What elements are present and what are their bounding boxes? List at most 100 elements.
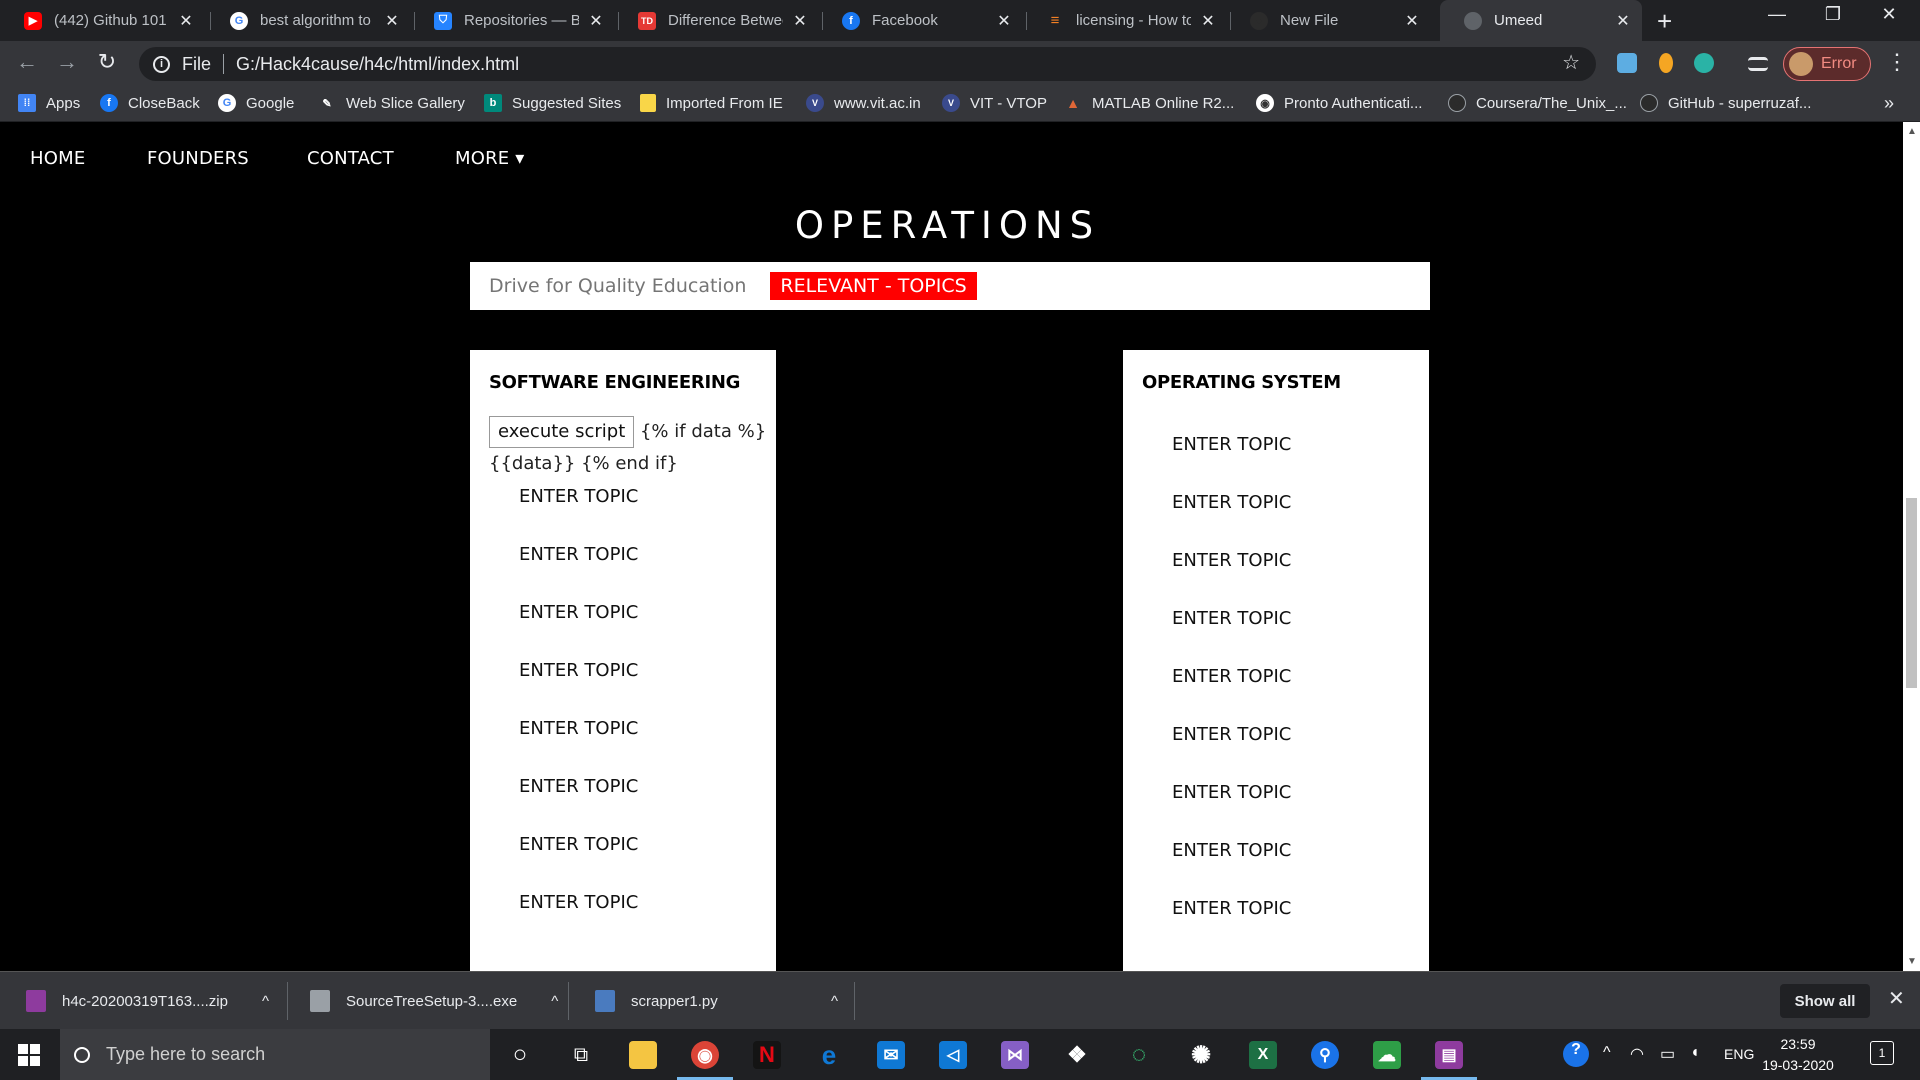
download-options-chevron-icon[interactable]: ^ [262, 993, 269, 1010]
bookmark-vit-vtop[interactable]: V VIT - VTOP [942, 94, 1047, 112]
url-text[interactable]: G:/Hack4cause/h4c/html/index.html [236, 54, 519, 75]
task-view-icon[interactable]: ⧉ [567, 1041, 595, 1069]
dropbox-icon[interactable]: ❖ [1063, 1041, 1091, 1069]
browser-tab[interactable]: ● New File ✕ [1226, 0, 1431, 41]
topic-item[interactable]: ENTER TOPIC [1172, 492, 1291, 513]
system-clock[interactable]: 23:59 19-03-2020 [1758, 1034, 1838, 1076]
language-indicator[interactable]: ENG [1724, 1046, 1754, 1062]
download-item[interactable]: h4c-20200319T163....zip ^ [26, 972, 269, 1030]
download-options-chevron-icon[interactable]: ^ [551, 993, 558, 1010]
topic-item[interactable]: ENTER TOPIC [1172, 434, 1291, 455]
close-tab-icon[interactable]: ✕ [1614, 11, 1632, 31]
close-tab-icon[interactable]: ✕ [1403, 11, 1421, 31]
address-bar[interactable]: i File G:/Hack4cause/h4c/html/index.html… [139, 47, 1596, 81]
edge-icon[interactable]: e [815, 1040, 843, 1070]
show-all-downloads-button[interactable]: Show all [1780, 984, 1870, 1018]
close-tab-icon[interactable]: ✕ [587, 11, 605, 31]
browser-tab[interactable]: f Facebook ✕ [818, 0, 1023, 41]
nav-home-link[interactable]: HOME [30, 148, 85, 169]
bookmark-matlab[interactable]: ▲ MATLAB Online R2... [1064, 94, 1234, 112]
close-tab-icon[interactable]: ✕ [791, 11, 809, 31]
profile-button[interactable]: Error [1783, 47, 1871, 81]
forward-button[interactable]: → [52, 49, 82, 75]
back-button[interactable]: ← [12, 49, 42, 75]
topic-item[interactable]: ENTER TOPIC [1172, 608, 1291, 629]
close-tab-icon[interactable]: ✕ [1199, 11, 1217, 31]
reload-button[interactable]: ↻ [92, 49, 122, 75]
nav-contact-link[interactable]: CONTACT [307, 148, 394, 169]
execute-script-button[interactable]: execute script [489, 416, 635, 448]
bookmark-suggested-sites[interactable]: b Suggested Sites [484, 94, 621, 112]
bookmark-vit[interactable]: V www.vit.ac.in [806, 94, 921, 112]
topic-item[interactable]: ENTER TOPIC [519, 602, 638, 623]
topic-item[interactable]: ENTER TOPIC [519, 486, 638, 507]
extension-capsule-icon[interactable] [1659, 53, 1673, 73]
close-tab-icon[interactable]: ✕ [383, 11, 401, 31]
close-tab-icon[interactable]: ✕ [177, 11, 195, 31]
chrome-icon[interactable]: ◉ [691, 1041, 719, 1069]
bookmark-pronto[interactable]: ◉ Pronto Authenticati... [1256, 94, 1422, 112]
topic-item[interactable]: ENTER TOPIC [1172, 782, 1291, 803]
battery-icon[interactable]: ▭ [1660, 1044, 1675, 1064]
bookmark-github-superruzaf[interactable]: ● GitHub - superruzaf... [1640, 94, 1811, 112]
bookmark-star-icon[interactable]: ☆ [1562, 50, 1580, 75]
maps-icon[interactable]: ⚲ [1311, 1041, 1339, 1069]
topic-item[interactable]: ENTER TOPIC [519, 718, 638, 739]
topic-item[interactable]: ENTER TOPIC [519, 776, 638, 797]
scroll-up-icon[interactable]: ▲ [1907, 126, 1917, 137]
cloud-download-icon[interactable]: ☁ [1373, 1041, 1401, 1069]
notifications-icon[interactable]: 1 [1870, 1041, 1894, 1065]
excel-icon[interactable]: X [1249, 1041, 1277, 1069]
bookmark-web-slice-gallery[interactable]: ✎ Web Slice Gallery [318, 94, 465, 112]
nav-more-dropdown[interactable]: MORE ▾ [455, 148, 525, 169]
window-close-button[interactable]: ✕ [1864, 4, 1914, 25]
browser-tab[interactable]: G best algorithm to p ✕ [206, 0, 411, 41]
wifi-icon[interactable]: ◠ [1630, 1044, 1644, 1064]
bookmark-imported-from-ie[interactable]: Imported From IE [640, 94, 783, 112]
topic-item[interactable]: ENTER TOPIC [1172, 840, 1291, 861]
site-info-icon[interactable]: i [153, 55, 170, 73]
bookmark-apps[interactable]: ⁞⁞ Apps [18, 94, 80, 112]
extension-pen-icon[interactable] [1617, 53, 1637, 73]
scroll-down-icon[interactable]: ▼ [1907, 956, 1917, 967]
bookmarks-overflow-button[interactable]: » [1884, 93, 1894, 114]
help-icon[interactable]: ? [1563, 1041, 1589, 1067]
bookmark-closeback[interactable]: f CloseBack [100, 94, 200, 112]
tab-drive-for-quality-education[interactable]: Drive for Quality Education [489, 275, 746, 297]
extension-hex-icon[interactable] [1694, 53, 1714, 73]
topic-item[interactable]: ENTER TOPIC [1172, 724, 1291, 745]
mail-icon[interactable]: ✉ [877, 1041, 905, 1069]
download-item[interactable]: scrapper1.py ^ [595, 972, 838, 1030]
close-tab-icon[interactable]: ✕ [995, 11, 1013, 31]
file-explorer-icon[interactable] [629, 1041, 657, 1069]
bookmark-coursera-unix[interactable]: ● Coursera/The_Unix_... [1448, 94, 1627, 112]
topic-item[interactable]: ENTER TOPIC [519, 544, 638, 565]
browser-tab[interactable]: ⛉ Repositories — Bit ✕ [410, 0, 615, 41]
download-options-chevron-icon[interactable]: ^ [831, 993, 838, 1010]
download-item[interactable]: SourceTreeSetup-3....exe ^ [310, 972, 558, 1030]
windows-start-icon[interactable] [18, 1044, 40, 1066]
page-scrollbar[interactable]: ▲ ▼ [1903, 122, 1920, 971]
new-tab-button[interactable]: + [1657, 6, 1672, 37]
vscode-icon[interactable]: ◁ [939, 1041, 967, 1069]
visual-studio-icon[interactable]: ⋈ [1001, 1041, 1029, 1069]
android-studio-icon[interactable]: ◌ [1125, 1041, 1153, 1069]
tray-overflow-chevron-icon[interactable]: ^ [1603, 1044, 1611, 1062]
scrollbar-thumb[interactable] [1906, 498, 1917, 688]
media-controls-icon[interactable] [1748, 57, 1768, 71]
nav-founders-link[interactable]: FOUNDERS [147, 148, 249, 169]
restore-button[interactable]: ❐ [1808, 4, 1858, 25]
cortana-icon[interactable]: ○ [506, 1041, 534, 1069]
browser-tab-active[interactable]: ● Umeed ✕ [1440, 0, 1642, 41]
topic-item[interactable]: ENTER TOPIC [1172, 666, 1291, 687]
netflix-icon[interactable]: N [753, 1041, 781, 1069]
topic-item[interactable]: ENTER TOPIC [1172, 550, 1291, 571]
taskbar-search-input[interactable]: Type here to search [60, 1029, 490, 1080]
bookmark-google[interactable]: G Google [218, 94, 294, 112]
browser-tab[interactable]: ≡ licensing - How to ✕ [1022, 0, 1227, 41]
browser-tab[interactable]: ▶ (442) Github 101 fo ✕ [0, 0, 205, 41]
topic-item[interactable]: ENTER TOPIC [1172, 898, 1291, 919]
winrar-icon[interactable]: ▤ [1435, 1041, 1463, 1069]
topic-item[interactable]: ENTER TOPIC [519, 892, 638, 913]
browser-tab[interactable]: TD Difference Betwee ✕ [614, 0, 819, 41]
